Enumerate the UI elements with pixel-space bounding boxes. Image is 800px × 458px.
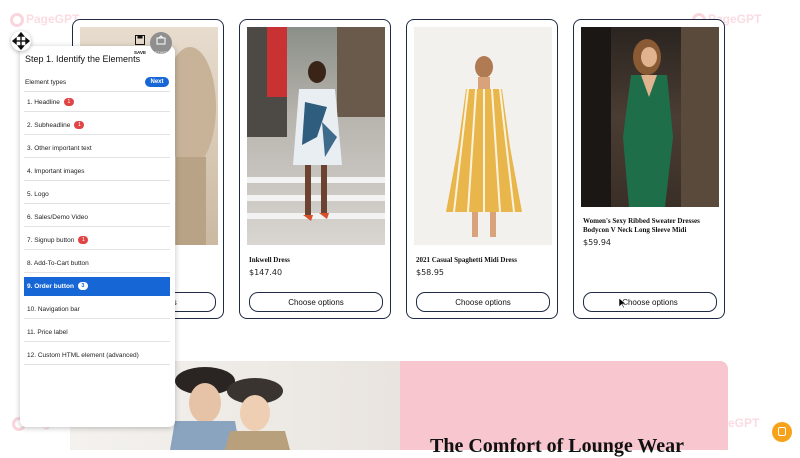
element-type-headline[interactable]: 1. Headline 1 <box>24 93 170 112</box>
product-title[interactable]: 2021 Casual Spaghetti Midi Dress <box>416 256 554 265</box>
identify-elements-panel: SAVE START Step 1. Identify the Elements… <box>20 32 175 427</box>
next-button[interactable]: Next <box>145 77 169 87</box>
count-badge: 1 <box>74 121 85 130</box>
divider <box>24 91 170 92</box>
panel-heading: Step 1. Identify the Elements <box>25 54 141 64</box>
count-badge: 1 <box>78 236 89 245</box>
chat-button[interactable] <box>772 422 792 442</box>
element-type-logo[interactable]: 5. Logo <box>24 185 170 204</box>
banner-heading: The Comfort of Lounge Wear <box>430 435 685 457</box>
product-price: $59.94 <box>583 238 611 247</box>
element-type-other-text[interactable]: 3. Other important text <box>24 139 170 158</box>
start-icon <box>156 35 166 45</box>
element-type-custom-html[interactable]: 12. Custom HTML element (advanced) <box>24 346 170 365</box>
element-type-important-images[interactable]: 4. Important images <box>24 162 170 181</box>
element-type-signup-button[interactable]: 7. Signup button 1 <box>24 231 170 250</box>
product-price: $58.95 <box>416 268 444 277</box>
watermark-top-left: PageGPT <box>10 12 79 27</box>
move-handle[interactable] <box>11 31 31 51</box>
product-image[interactable] <box>414 27 552 245</box>
mouse-cursor-icon <box>619 298 627 308</box>
product-card: 2021 Casual Spaghetti Midi Dress $58.95 … <box>406 19 558 319</box>
move-icon <box>11 31 31 51</box>
product-title[interactable]: Inkwell Dress <box>249 256 387 265</box>
product-price: $147.40 <box>249 268 283 277</box>
element-type-order-button[interactable]: 9. Order button 3 <box>24 277 170 296</box>
save-button[interactable]: SAVE <box>130 32 150 55</box>
product-card: Inkwell Dress $147.40 Choose options <box>239 19 391 319</box>
count-badge: 1 <box>63 98 74 107</box>
element-type-video[interactable]: 6. Sales/Demo Video <box>24 208 170 227</box>
element-type-subheadline[interactable]: 2. Subheadline 1 <box>24 116 170 135</box>
product-card: Women's Sexy Ribbed Sweater Dresses Body… <box>573 19 725 319</box>
choose-options-button[interactable]: Choose options <box>416 292 550 312</box>
chat-icon <box>778 427 786 436</box>
choose-options-button[interactable]: Choose options <box>249 292 383 312</box>
count-badge: 3 <box>77 282 88 291</box>
start-button[interactable]: START <box>150 32 172 55</box>
element-type-price-label[interactable]: 11. Price label <box>24 323 170 342</box>
floppy-disk-icon <box>135 35 145 45</box>
section-label: Element types <box>25 79 67 86</box>
product-image[interactable] <box>247 27 385 245</box>
product-image[interactable] <box>581 27 719 207</box>
choose-options-button[interactable]: Choose options <box>583 292 717 312</box>
product-title[interactable]: Women's Sexy Ribbed Sweater Dresses Body… <box>583 217 721 235</box>
element-type-navigation-bar[interactable]: 10. Navigation bar <box>24 300 170 319</box>
element-type-add-to-cart[interactable]: 8. Add-To-Cart button <box>24 254 170 273</box>
